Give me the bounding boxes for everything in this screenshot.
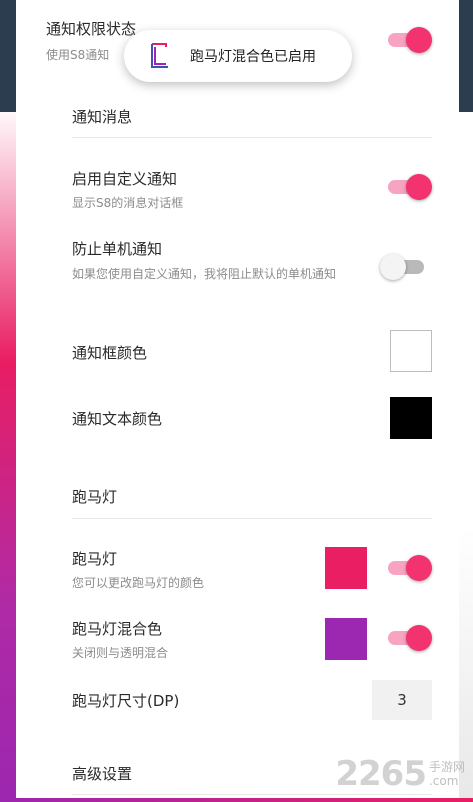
- setting-title: 通知权限状态: [46, 20, 137, 38]
- frame-edge-left-top: [0, 0, 16, 112]
- watermark-domain: .com: [428, 774, 459, 788]
- permission-toggle[interactable]: [384, 25, 432, 55]
- toast-message: 跑马灯混合色已启用: [190, 49, 316, 65]
- setting-title: 防止单机通知: [72, 240, 163, 258]
- custom-notification-toggle[interactable]: [384, 172, 432, 202]
- toggle-thumb: [406, 27, 432, 53]
- app-logo-icon: [151, 43, 168, 68]
- marquee-size-input[interactable]: 3: [372, 680, 432, 720]
- frame-edge-right: [459, 112, 473, 802]
- setting-row-marquee[interactable]: 跑马灯 您可以更改跑马灯的颜色: [16, 540, 459, 598]
- section-header-advanced: 高级设置: [72, 765, 133, 783]
- marquee-color-swatch[interactable]: [325, 547, 367, 589]
- watermark-text: 手游网 .com: [429, 760, 465, 788]
- setting-row-custom-notification[interactable]: 启用自定义通知 显示S8的消息对话框: [16, 160, 459, 220]
- marquee-mix-color-toggle[interactable]: [384, 623, 432, 653]
- setting-subtitle: 如果您使用自定义通知，我将阻止默认的单机通知: [72, 267, 337, 281]
- setting-subtitle: 显示S8的消息对话框: [72, 196, 184, 210]
- marquee-toggle[interactable]: [384, 553, 432, 583]
- frame-edge-right-top: [459, 0, 473, 112]
- setting-row-text-color[interactable]: 通知文本颜色: [16, 394, 459, 444]
- setting-title: 跑马灯: [72, 550, 118, 568]
- marquee-edge-bottom: [0, 798, 473, 802]
- divider: [72, 794, 432, 795]
- marquee-edge-left: [0, 0, 16, 802]
- setting-title: 启用自定义通知: [72, 170, 178, 188]
- setting-row-box-color[interactable]: 通知框颜色: [16, 326, 459, 376]
- setting-subtitle: 您可以更改跑马灯的颜色: [72, 576, 205, 590]
- setting-subtitle: 使用S8通知: [46, 48, 110, 62]
- toast-notification: 跑马灯混合色已启用: [124, 30, 352, 82]
- setting-title: 通知文本颜色: [72, 410, 163, 428]
- settings-panel: 通知权限状态 使用S8通知 通知消息 启用自定义通知 显示S8的消息对话框 防止…: [16, 0, 459, 802]
- toggle-thumb: [380, 254, 406, 280]
- box-color-swatch[interactable]: [390, 330, 432, 372]
- setting-title: 跑马灯尺寸(DP): [72, 692, 180, 710]
- toggle-thumb: [406, 174, 432, 200]
- toggle-thumb: [406, 625, 432, 651]
- toggle-thumb: [406, 555, 432, 581]
- watermark-text-cn: 手游网: [428, 760, 465, 774]
- setting-title: 通知框颜色: [72, 344, 148, 362]
- watermark: 2265 手游网 .com: [335, 754, 465, 794]
- section-header-notification: 通知消息: [72, 108, 133, 126]
- divider: [72, 518, 432, 519]
- setting-row-block-single-notification[interactable]: 防止单机通知 如果您使用自定义通知，我将阻止默认的单机通知: [16, 232, 459, 304]
- setting-title: 跑马灯混合色: [72, 620, 163, 638]
- setting-row-marquee-size[interactable]: 跑马灯尺寸(DP) 3: [16, 678, 459, 722]
- section-header-marquee: 跑马灯: [72, 488, 118, 506]
- block-single-notification-toggle[interactable]: [380, 252, 428, 282]
- divider: [72, 137, 432, 138]
- setting-row-marquee-mix-color[interactable]: 跑马灯混合色 关闭则与透明混合: [16, 612, 459, 668]
- marquee-mix-color-swatch[interactable]: [325, 618, 367, 660]
- text-color-swatch[interactable]: [390, 397, 432, 439]
- watermark-number: 2265: [335, 754, 427, 794]
- setting-subtitle: 关闭则与透明混合: [72, 646, 169, 660]
